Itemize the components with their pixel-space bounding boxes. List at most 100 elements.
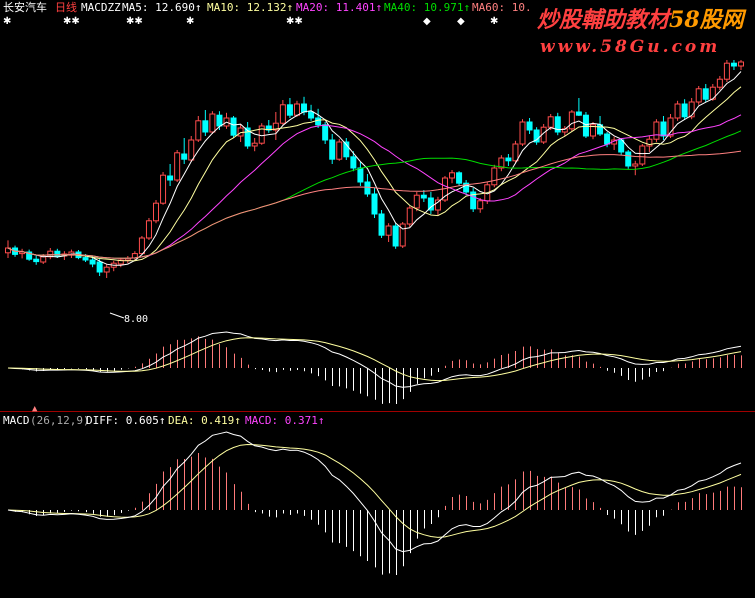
candle-body-down (625, 151, 632, 167)
candle-body-down (301, 103, 308, 113)
candle-body-up (385, 225, 392, 236)
candle (470, 188, 477, 212)
chart-background (0, 0, 755, 598)
marker-star: ✱✱ (63, 16, 80, 27)
candle-body-up (336, 141, 343, 160)
macd-histogram-value: MACD: 0.371↑ (245, 414, 324, 427)
candle (723, 60, 730, 82)
candle-body-up (674, 103, 681, 119)
candle-body-down (660, 121, 667, 137)
candle (258, 123, 265, 145)
candle-body-down (378, 213, 385, 236)
candle-body-down (420, 194, 427, 199)
candle-body-up (491, 167, 498, 186)
candle-body-up (568, 111, 575, 130)
marker-star: ✱✱ (126, 16, 143, 27)
ma60-value: MA60: 10. (472, 1, 532, 14)
candle-body-up (160, 174, 167, 204)
candle-body-down (308, 111, 315, 119)
marker-star: ✱ (3, 16, 11, 27)
period-label: 日线 (55, 0, 77, 14)
candle-body-up (153, 202, 160, 222)
candle-body-down (181, 153, 188, 160)
candle-body-up (188, 139, 195, 161)
candle (209, 111, 216, 134)
watermark: 炒股輔助教材58股网 www.58Gu.com (537, 7, 747, 57)
candle-body-down (702, 88, 709, 100)
ma10-value: MA10: 12.132↑ (207, 1, 293, 14)
candle-body-up (653, 121, 660, 140)
candle (695, 86, 702, 105)
candle-body-down (82, 257, 89, 261)
candle-body-up (40, 256, 47, 263)
watermark-title: 炒股輔助教材58股网 (537, 7, 747, 33)
candle (399, 222, 406, 248)
candle-body-up (434, 199, 441, 211)
ma20-value: MA20: 11.401↑ (296, 1, 382, 14)
macd-header: MACD (26,12,9) DIFF: 0.605↑ DEA: 0.419↑ … (3, 414, 324, 427)
candle-body-up (195, 120, 202, 141)
candle-body-down (286, 104, 293, 116)
candle-body-down (681, 103, 688, 118)
stock-chart: 炒股輔助教材58股网 www.58Gu.com 长安汽车 日线 MACDZZ M… (0, 0, 755, 598)
marker-diamond: ◆ (457, 16, 465, 27)
candle (392, 223, 399, 249)
candle-body-down (350, 156, 357, 169)
candle (174, 150, 181, 182)
candle-body-down (456, 172, 463, 184)
candle-body-up (145, 220, 152, 239)
candle-body-up (138, 237, 145, 255)
candle-body-up (738, 61, 744, 67)
candle-body-up (209, 113, 216, 133)
marker-star: ✱ (490, 16, 498, 27)
candle-body-down (364, 181, 371, 195)
stock-name: 长安汽车 (3, 0, 47, 14)
candle-body-up (639, 145, 646, 165)
candle-body-down (357, 167, 364, 183)
candle-body-up (293, 103, 300, 116)
candle-body-down (322, 124, 329, 141)
candle-body-up (413, 194, 420, 209)
candle-body-up (406, 207, 413, 225)
candle (568, 110, 575, 132)
candle-body-down (575, 111, 582, 116)
candle-body-down (392, 225, 399, 247)
marker-star: ✱✱ (286, 16, 303, 27)
indicator-name: MACDZZ (81, 1, 121, 14)
candle-body-down (618, 139, 625, 153)
candle-body-up (251, 142, 258, 147)
candle-body-down (371, 193, 378, 215)
candle-body-down (526, 121, 533, 131)
low-price-label: 8.00 (124, 314, 148, 325)
macd-params: (26,12,9) (30, 414, 90, 427)
candle-body-up (716, 78, 723, 88)
candle-body-down (33, 258, 40, 263)
candle-body-down (216, 114, 223, 127)
macd-dea-value: DEA: 0.419↑ (168, 414, 241, 427)
watermark-url: www.58Gu.com (540, 37, 720, 57)
candle-body-up (632, 163, 639, 167)
ma5-value: MA5: 12.690↑ (122, 1, 201, 14)
candle (378, 210, 385, 238)
candle-body-up (547, 116, 554, 128)
candle-body-up (688, 101, 695, 118)
candle-body-down (505, 157, 512, 162)
divider-marker: ▲ (32, 404, 38, 414)
candle (653, 119, 660, 142)
candle (625, 150, 632, 169)
candle-body-down (315, 117, 322, 126)
candle-body-up (477, 200, 484, 210)
candle (145, 218, 152, 240)
candle-body-down (329, 139, 336, 160)
candle-body-down (89, 259, 96, 265)
candle-body-down (730, 62, 737, 67)
candle (533, 127, 540, 145)
candle-body-down (167, 175, 174, 181)
candle-body-up (695, 88, 702, 103)
candle (519, 119, 526, 146)
candle (160, 172, 167, 205)
candle-body-down (202, 120, 209, 133)
candle (230, 116, 237, 138)
ma40-value: MA40: 10.971↑ (384, 1, 470, 14)
candle (336, 139, 343, 161)
